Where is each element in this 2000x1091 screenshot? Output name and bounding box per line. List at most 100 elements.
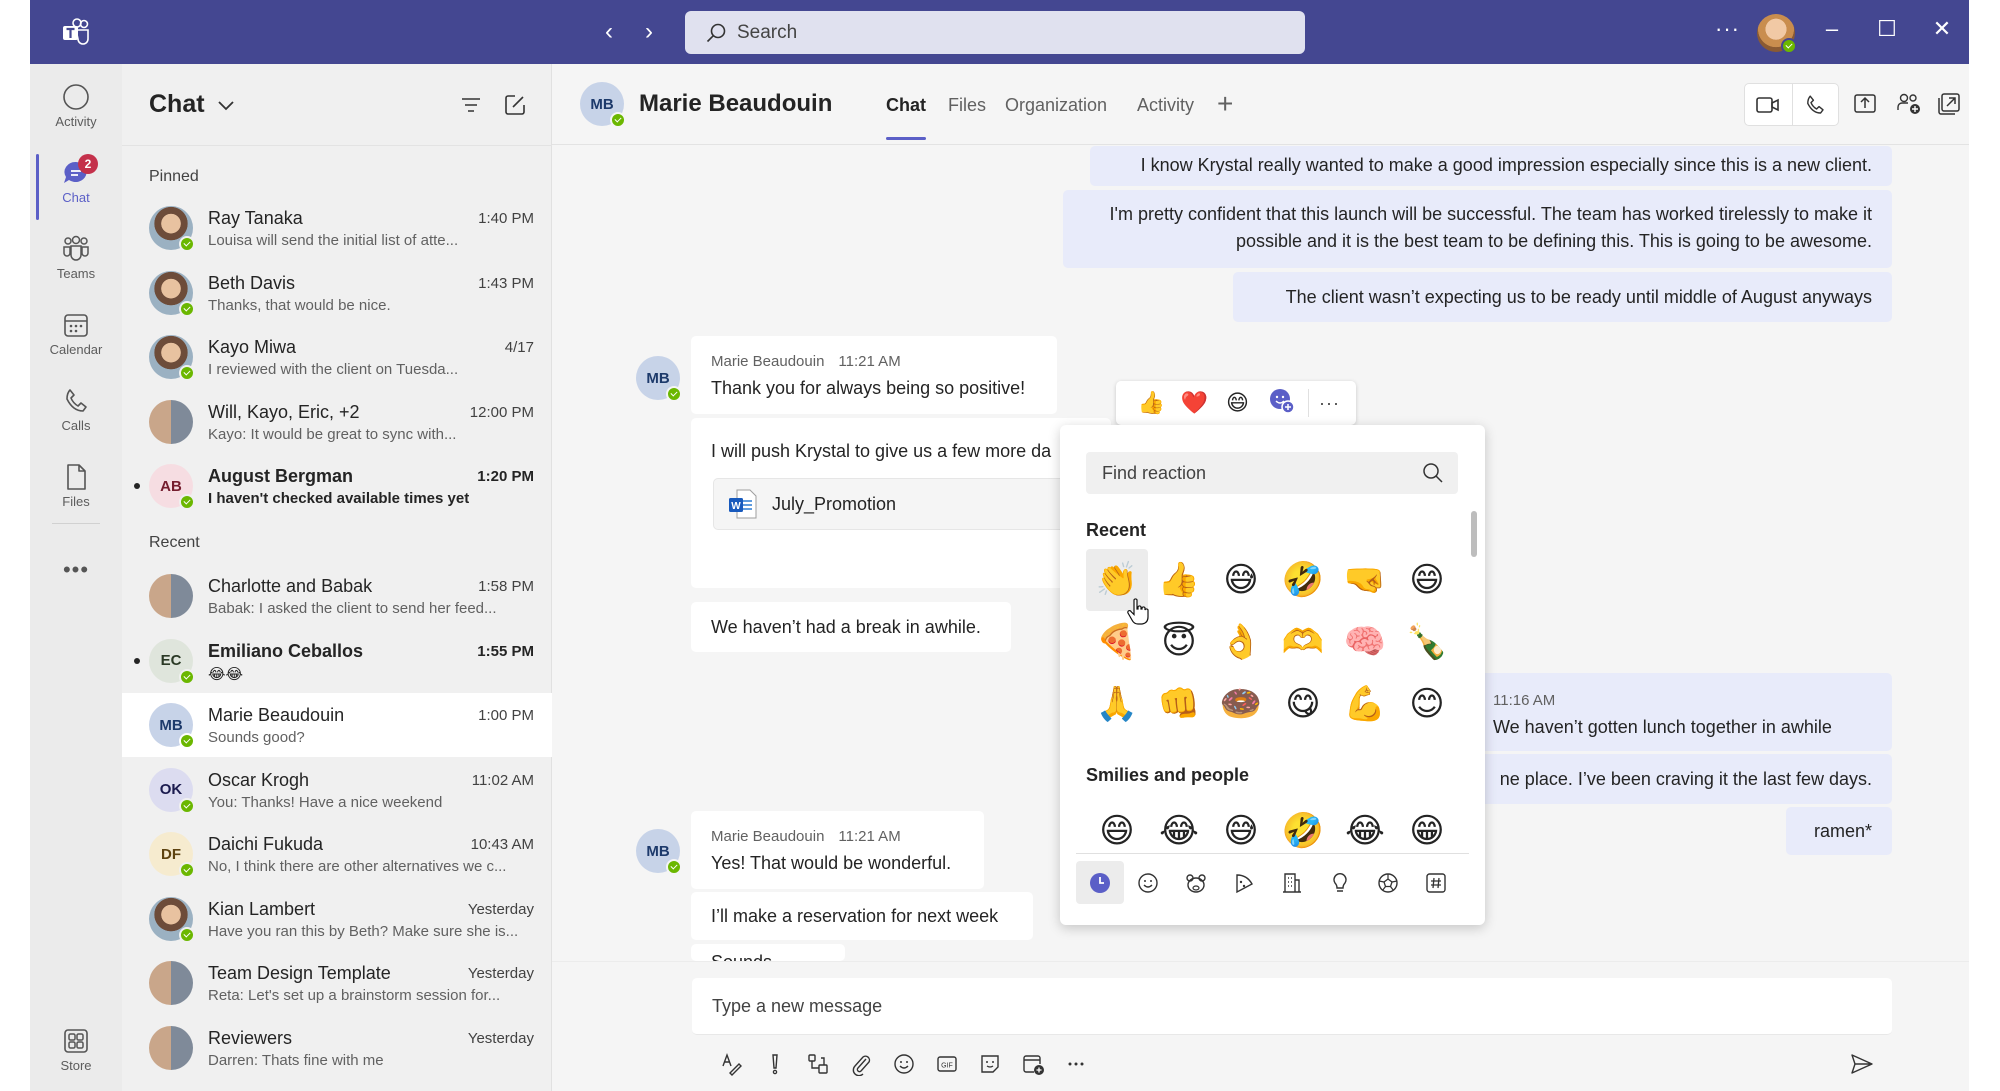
add-people-icon[interactable] <box>1896 91 1922 117</box>
my-message[interactable]: ne place. I’ve been craving it the last … <box>1452 754 1892 804</box>
rail-item-store[interactable]: Store <box>30 1020 122 1090</box>
picker-scrollbar[interactable] <box>1471 511 1477 557</box>
user-avatar[interactable] <box>1757 14 1797 54</box>
chat-list-item[interactable]: EC Emiliano Ceballos 1:55 PM 😂😂 <box>122 629 552 693</box>
category-tab-symbols[interactable] <box>1412 861 1460 904</box>
reaction-heart[interactable]: ❤️ <box>1173 390 1216 416</box>
close-button[interactable]: ✕ <box>1927 16 1957 42</box>
category-tab-animals[interactable] <box>1172 861 1220 904</box>
their-message[interactable]: I will push Krystal to give us a few mor… <box>691 418 1133 588</box>
chat-list-item[interactable]: Ray Tanaka 1:40 PM Louisa will send the in… <box>122 196 552 260</box>
send-button[interactable] <box>1845 1047 1879 1081</box>
chat-list-item[interactable]: Kayo Miwa 4/17 I reviewed with the client … <box>122 325 552 389</box>
my-message[interactable]: ramen* <box>1786 807 1892 855</box>
chat-list-item[interactable]: Beth Davis 1:43 PM Thanks, that would be n… <box>122 261 552 325</box>
new-chat-icon[interactable] <box>502 92 528 118</box>
emoji-option[interactable]: 😄 <box>1396 549 1458 611</box>
important-button[interactable] <box>753 1047 796 1081</box>
find-reaction-input[interactable]: Find reaction <box>1086 452 1458 494</box>
emoji-option[interactable]: 🙏 <box>1086 673 1148 735</box>
chat-list-item[interactable]: Will, Kayo, Eric, +2 12:00 PM Kayo: It wou… <box>122 390 552 454</box>
emoji-option[interactable]: 👍 <box>1148 549 1210 611</box>
maximize-button[interactable]: ☐ <box>1872 16 1902 42</box>
my-message[interactable]: The client wasn’t expecting us to be rea… <box>1233 272 1892 322</box>
rail-item-chat[interactable]: 2 Chat <box>30 152 122 222</box>
tab-activity[interactable]: Activity <box>1137 95 1194 116</box>
more-options-button[interactable]: ··· <box>1319 393 1340 414</box>
emoji-option[interactable]: 😋 <box>1272 673 1334 735</box>
sticker-button[interactable] <box>968 1047 1011 1081</box>
reaction-like[interactable]: 👍 <box>1130 390 1173 416</box>
format-button[interactable] <box>710 1047 753 1081</box>
tab-chat[interactable]: Chat <box>886 95 926 140</box>
category-tab-recent[interactable] <box>1076 861 1124 904</box>
emoji-option[interactable]: 👌 <box>1210 611 1272 673</box>
chat-list-item[interactable]: Charlotte and Babak 1:58 PM Babak: I asked… <box>122 564 552 628</box>
minimize-button[interactable]: – <box>1817 16 1847 42</box>
sender-avatar[interactable]: MB <box>636 356 682 402</box>
loop-component-button[interactable] <box>796 1047 839 1081</box>
emoji-option[interactable]: 😇 <box>1148 611 1210 673</box>
message-compose-input[interactable]: Type a new message <box>692 978 1892 1035</box>
chat-list-item[interactable]: Kian Lambert Yesterday Have you ran this b… <box>122 887 552 951</box>
rail-item-calls[interactable]: Calls <box>30 380 122 450</box>
more-options-button[interactable]: ··· <box>1715 16 1740 42</box>
emoji-option[interactable]: 🤣 <box>1272 549 1334 611</box>
attach-button[interactable] <box>839 1047 882 1081</box>
category-tab-objects[interactable] <box>1316 861 1364 904</box>
rail-item-files[interactable]: Files <box>30 456 122 526</box>
their-message[interactable]: Marie Beaudouin 11:21 AM Yes! That would … <box>691 811 984 889</box>
emoji-option[interactable]: 😊 <box>1396 673 1458 735</box>
category-tab-smileys[interactable] <box>1124 861 1172 904</box>
tab-files[interactable]: Files <box>948 95 986 116</box>
chat-list-item[interactable]: Team Design Template Yesterday Reta: Let's… <box>122 951 552 1015</box>
add-reaction-button[interactable] <box>1259 386 1302 420</box>
back-button[interactable]: ‹ <box>595 18 623 46</box>
emoji-option[interactable]: 😅 <box>1210 549 1272 611</box>
contact-avatar[interactable]: MB <box>580 82 626 128</box>
gif-button[interactable]: GIF <box>925 1047 968 1081</box>
emoji-option[interactable]: 🍩 <box>1210 673 1272 735</box>
audio-call-button[interactable] <box>1791 84 1839 125</box>
chat-list-item[interactable]: AB August Bergman 1:20 PM I haven't checked… <box>122 454 552 518</box>
forward-button[interactable]: › <box>635 18 663 46</box>
chat-list-item[interactable]: OK Oscar Krogh 11:02 AM You: Thanks! Have a… <box>122 758 552 822</box>
video-call-button[interactable] <box>1745 84 1792 125</box>
chevron-down-icon[interactable] <box>217 99 235 111</box>
category-tab-food[interactable] <box>1220 861 1268 904</box>
sender-avatar[interactable]: MB <box>636 829 682 875</box>
emoji-option[interactable]: 🤜 <box>1334 549 1396 611</box>
my-message[interactable]: I know Krystal really wanted to make a g… <box>1090 146 1892 186</box>
search-input[interactable]: Search <box>685 11 1305 54</box>
more-apps-button[interactable]: ••• <box>30 557 122 583</box>
reaction-laugh[interactable]: 😄 <box>1216 390 1259 416</box>
add-tab-button[interactable]: + <box>1217 88 1233 120</box>
category-tab-places[interactable] <box>1268 861 1316 904</box>
schedule-meeting-button[interactable] <box>1011 1047 1054 1081</box>
share-screen-icon[interactable] <box>1852 91 1878 117</box>
more-actions-button[interactable] <box>1054 1047 1097 1081</box>
chat-list-item[interactable]: Reviewers Yesterday Darren: Thats fine wit… <box>122 1016 552 1080</box>
emoji-option[interactable]: 👊 <box>1148 673 1210 735</box>
filter-icon[interactable] <box>458 92 484 118</box>
my-message[interactable]: I'm pretty confident that this launch wi… <box>1063 190 1892 268</box>
chat-list-item[interactable]: DF Daichi Fukuda 10:43 AM No, I think there… <box>122 822 552 886</box>
my-message[interactable]: 11:16 AM We haven’t gotten lunch togethe… <box>1452 673 1892 751</box>
their-message[interactable]: Sounds good? <box>691 944 845 961</box>
rail-item-teams[interactable]: Teams <box>30 228 122 298</box>
category-tab-activities[interactable] <box>1364 861 1412 904</box>
emoji-option[interactable]: 🍾 <box>1396 611 1458 673</box>
their-message[interactable]: Marie Beaudouin 11:21 AM Thank you for al… <box>691 336 1057 414</box>
chat-list-item[interactable]: MB Marie Beaudouin 1:00 PM Sounds good? <box>122 693 552 757</box>
emoji-option[interactable]: 💪 <box>1334 673 1396 735</box>
tab-organization[interactable]: Organization <box>1005 95 1107 116</box>
emoji-option[interactable]: 🧠 <box>1334 611 1396 673</box>
emoji-option[interactable]: 🫶 <box>1272 611 1334 673</box>
pop-out-icon[interactable] <box>1936 91 1962 117</box>
rail-label: Calls <box>61 418 91 433</box>
rail-item-calendar[interactable]: Calendar <box>30 304 122 374</box>
their-message[interactable]: We haven’t had a break in awhile. <box>691 602 1011 652</box>
their-message[interactable]: I’ll make a reservation for next week <box>691 892 1033 940</box>
emoji-button[interactable] <box>882 1047 925 1081</box>
rail-item-activity[interactable]: Activity <box>30 76 122 146</box>
